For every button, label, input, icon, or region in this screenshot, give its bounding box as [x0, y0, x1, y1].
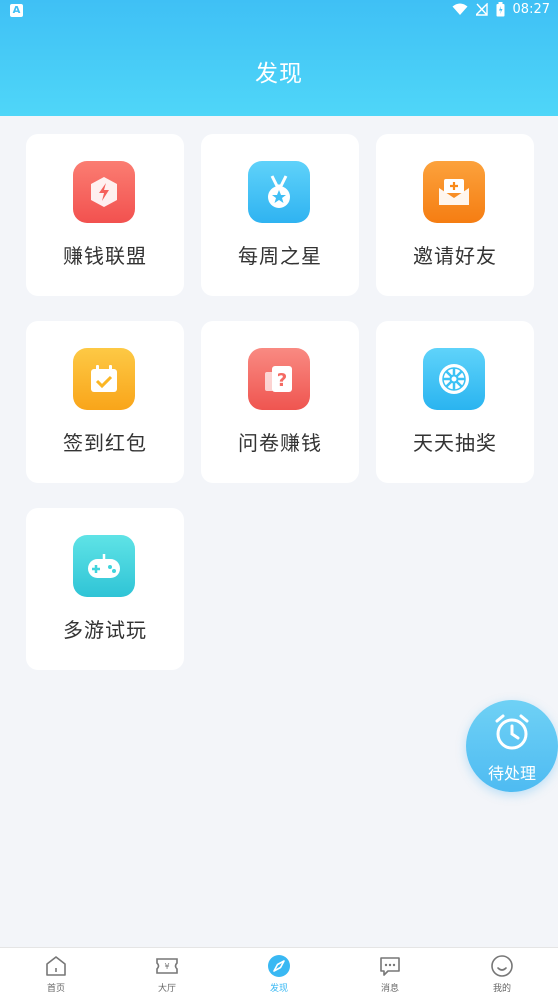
tab-label: 发现 [269, 984, 288, 994]
tab-discover[interactable]: 发现 [249, 952, 309, 994]
profile-icon [491, 955, 513, 977]
tab-label: 消息 [380, 984, 399, 994]
tab-label: 首页 [46, 984, 65, 994]
tab-messages[interactable]: 消息 [360, 952, 420, 994]
bottom-tab-bar: 首页 ¥ 大厅 发现 消息 我的 [0, 947, 558, 995]
feature-label: 每周之星 [238, 244, 322, 268]
battery-icon [496, 2, 505, 17]
tab-home[interactable]: 首页 [26, 952, 86, 994]
feature-label: 天天抽奖 [413, 431, 497, 455]
tab-hall[interactable]: ¥ 大厅 [137, 952, 197, 994]
question-card-icon: ? [248, 348, 310, 410]
alarm-clock-icon [495, 714, 529, 750]
wifi-icon [452, 3, 468, 15]
pending-button[interactable]: 待处理 [466, 700, 558, 792]
pending-label: 待处理 [487, 764, 536, 783]
feature-card-weekly-star[interactable]: 每周之星 [201, 134, 359, 296]
header: A 08:27 发现 [0, 0, 558, 116]
tab-label: 我的 [492, 984, 511, 994]
feature-label: 多游试玩 [63, 618, 147, 642]
feature-card-checkin-bonus[interactable]: 签到红包 [26, 321, 184, 483]
svg-text:?: ? [277, 370, 287, 391]
tab-profile[interactable]: 我的 [472, 952, 532, 994]
notification-badge: A [10, 4, 23, 17]
gamepad-icon [73, 535, 135, 597]
lottery-wheel-icon [423, 348, 485, 410]
feature-label: 问卷赚钱 [238, 431, 322, 455]
svg-text:¥: ¥ [164, 962, 169, 971]
feature-card-earn-alliance[interactable]: 赚钱联盟 [26, 134, 184, 296]
page-title: 发现 [255, 61, 303, 87]
feature-card-invite-friends[interactable]: 邀请好友 [376, 134, 534, 296]
signal-off-icon [475, 3, 488, 16]
lightning-shield-icon [73, 161, 135, 223]
clock: 08:27 [512, 2, 550, 17]
feature-card-game-trial[interactable]: 多游试玩 [26, 508, 184, 670]
star-medal-icon [248, 161, 310, 223]
feature-label: 签到红包 [63, 431, 147, 455]
calendar-check-icon [73, 348, 135, 410]
status-bar: A 08:27 [0, 0, 558, 22]
feature-label: 邀请好友 [413, 244, 497, 268]
feature-card-daily-lottery[interactable]: 天天抽奖 [376, 321, 534, 483]
ticket-icon: ¥ [156, 958, 178, 974]
compass-icon [268, 955, 290, 977]
feature-label: 赚钱联盟 [63, 244, 147, 268]
feature-card-survey-earn[interactable]: ? 问卷赚钱 [201, 321, 359, 483]
invitation-envelope-icon [423, 161, 485, 223]
tab-label: 大厅 [157, 984, 176, 994]
home-icon [46, 956, 66, 976]
message-icon [380, 957, 400, 976]
